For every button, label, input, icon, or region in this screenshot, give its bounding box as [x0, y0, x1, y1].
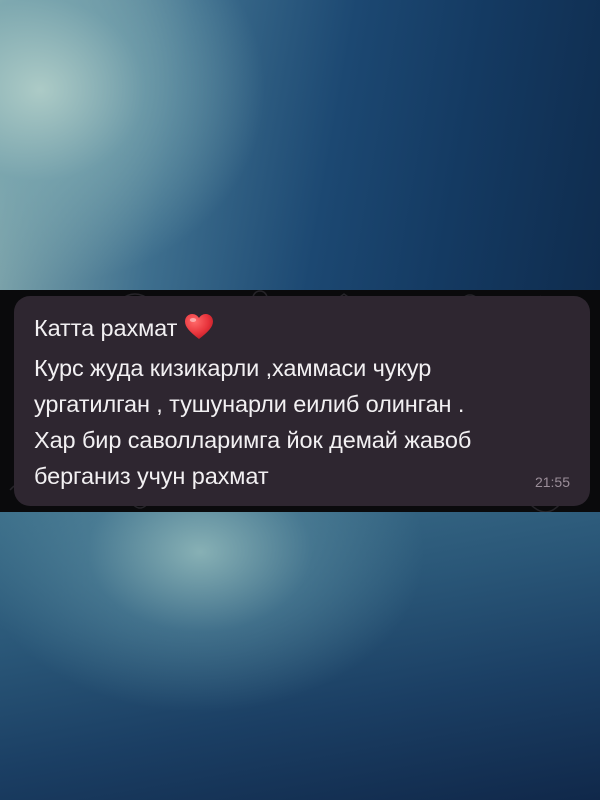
message-timestamp: 21:55: [534, 474, 570, 490]
message-line-5: берганиз учун рахмат: [34, 463, 269, 489]
chat-screenshot: Катта рахмат Курс жуда кизикарли ,хаммас…: [0, 290, 600, 512]
message-line-4: Хар бир саволларимга йок демай жавоб: [34, 427, 472, 453]
heart-icon: [185, 314, 214, 350]
message-line-2: Курс жуда кизикарли ,хаммаси чукур: [34, 355, 432, 381]
message-line-3: ургатилган , тушунарли еилиб олинган .: [34, 391, 465, 417]
message-line-1: Катта рахмат: [34, 310, 572, 350]
message-line-1-text: Катта рахмат: [34, 315, 178, 341]
blurred-background-bottom: [0, 512, 600, 800]
blurred-background-top: [0, 0, 600, 290]
message-bubble[interactable]: Катта рахмат Курс жуда кизикарли ,хаммас…: [14, 296, 590, 506]
